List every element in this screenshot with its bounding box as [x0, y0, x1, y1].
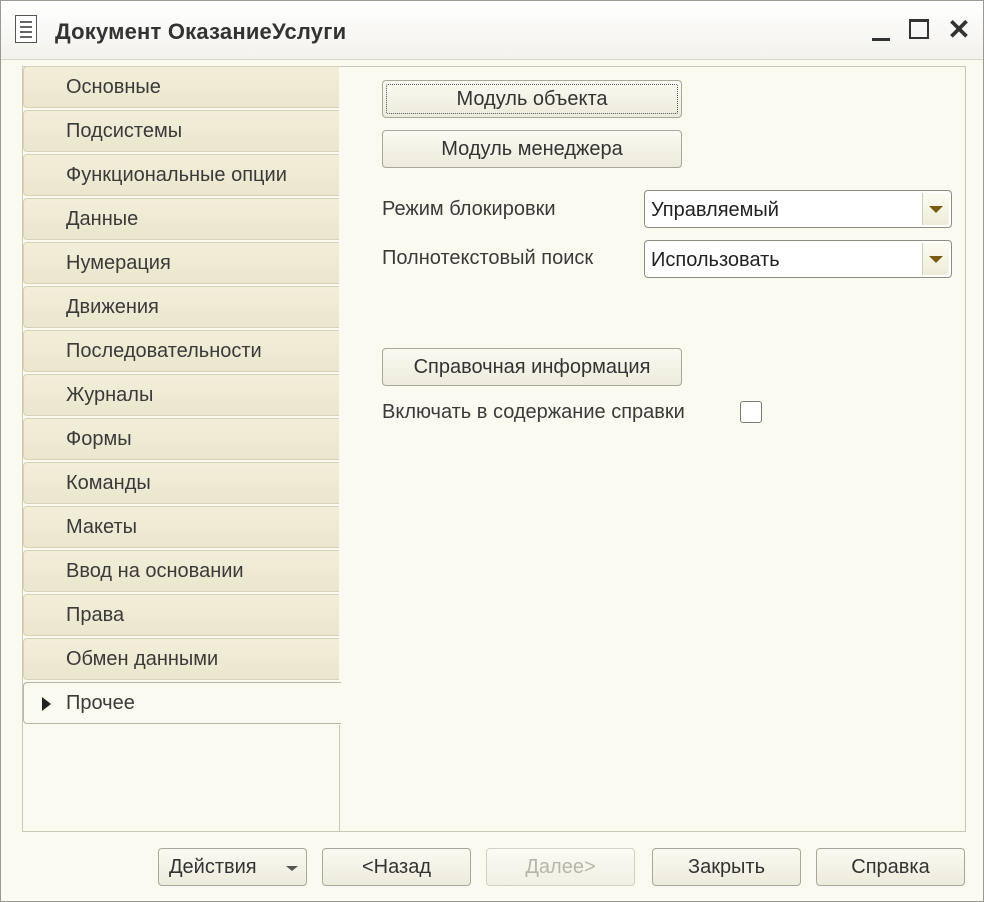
tab-numeratsiya[interactable]: Нумерация	[23, 242, 339, 284]
fulltext-search-select[interactable]: Использовать	[644, 240, 952, 278]
tab-label: Нумерация	[66, 252, 171, 274]
tab-dannye[interactable]: Данные	[23, 198, 339, 240]
tab-podsistemy[interactable]: Подсистемы	[23, 110, 339, 152]
tab-label: Команды	[66, 472, 151, 494]
help-label: Справка	[851, 856, 930, 878]
tab-makety[interactable]: Макеты	[23, 506, 339, 548]
tab-dvizheniya[interactable]: Движения	[23, 286, 339, 328]
tab-label: Обмен данными	[66, 648, 219, 670]
fulltext-search-label: Полнотекстовый поиск	[382, 247, 594, 269]
fulltext-search-value: Использовать	[651, 249, 780, 271]
object-module-button[interactable]: Модуль объекта	[382, 80, 682, 118]
dialog-window: Документ ОказаниеУслуги ✕ Основные Подси…	[0, 0, 984, 902]
actions-label: Действия	[169, 856, 257, 878]
help-info-button[interactable]: Справочная информация	[382, 348, 682, 386]
window-title: Документ ОказаниеУслуги	[55, 19, 347, 44]
minimize-icon[interactable]	[867, 15, 895, 45]
triangle-right-icon	[42, 697, 51, 711]
tab-prava[interactable]: Права	[23, 594, 339, 636]
lock-mode-select[interactable]: Управляемый	[644, 190, 952, 228]
next-button[interactable]: Далее>	[486, 848, 635, 886]
include-in-help-checkbox[interactable]	[740, 401, 762, 423]
tab-vvod-na-osnovanii[interactable]: Ввод на основании	[23, 550, 339, 592]
close-label: Закрыть	[687, 856, 766, 878]
tab-label: Основные	[66, 76, 161, 98]
tab-label: Последовательности	[66, 340, 262, 362]
tab-label: Формы	[66, 428, 132, 450]
tab-obmen-dannymi[interactable]: Обмен данными	[23, 638, 339, 680]
chevron-down-icon[interactable]	[922, 243, 949, 275]
tab-label: Макеты	[66, 516, 137, 538]
pane-divider	[339, 725, 340, 831]
next-label: Далее>	[525, 856, 596, 878]
tab-label: Данные	[66, 208, 139, 230]
document-icon	[15, 15, 37, 43]
tab-label: Движения	[66, 296, 159, 318]
tab-label: Ввод на основании	[66, 560, 244, 582]
chevron-down-icon[interactable]	[922, 193, 949, 225]
tab-zhurnaly[interactable]: Журналы	[23, 374, 339, 416]
tab-posledovatelnosti[interactable]: Последовательности	[23, 330, 339, 372]
tab-osnovnye[interactable]: Основные	[23, 66, 339, 108]
manager-module-button[interactable]: Модуль менеджера	[382, 130, 682, 168]
object-module-label: Модуль объекта	[456, 88, 608, 110]
lock-mode-label: Режим блокировки	[382, 198, 556, 220]
close-button[interactable]: Закрыть	[652, 848, 801, 886]
manager-module-label: Модуль менеджера	[441, 138, 623, 160]
tab-label: Прочее	[66, 692, 135, 714]
tab-formy[interactable]: Формы	[23, 418, 339, 460]
help-button[interactable]: Справка	[816, 848, 965, 886]
help-info-label: Справочная информация	[413, 356, 651, 378]
tab-label: Функциональные опции	[66, 164, 287, 186]
back-button[interactable]: <Назад	[322, 848, 471, 886]
back-label: <Назад	[362, 856, 431, 878]
tab-prochee[interactable]: Прочее	[23, 682, 341, 724]
chevron-down-icon	[286, 866, 298, 871]
close-icon[interactable]: ✕	[945, 15, 973, 45]
include-in-help-label: Включать в содержание справки	[382, 401, 685, 423]
actions-button[interactable]: Действия	[158, 848, 307, 886]
tab-funktsionalnye-optsii[interactable]: Функциональные опции	[23, 154, 339, 196]
tab-label: Подсистемы	[66, 120, 183, 142]
tab-label: Журналы	[66, 384, 154, 406]
maximize-icon[interactable]	[906, 15, 934, 45]
tab-komandy[interactable]: Команды	[23, 462, 339, 504]
lock-mode-value: Управляемый	[651, 199, 779, 221]
tab-label: Права	[66, 604, 125, 626]
title-bar: Документ ОказаниеУслуги ✕	[1, 1, 983, 60]
